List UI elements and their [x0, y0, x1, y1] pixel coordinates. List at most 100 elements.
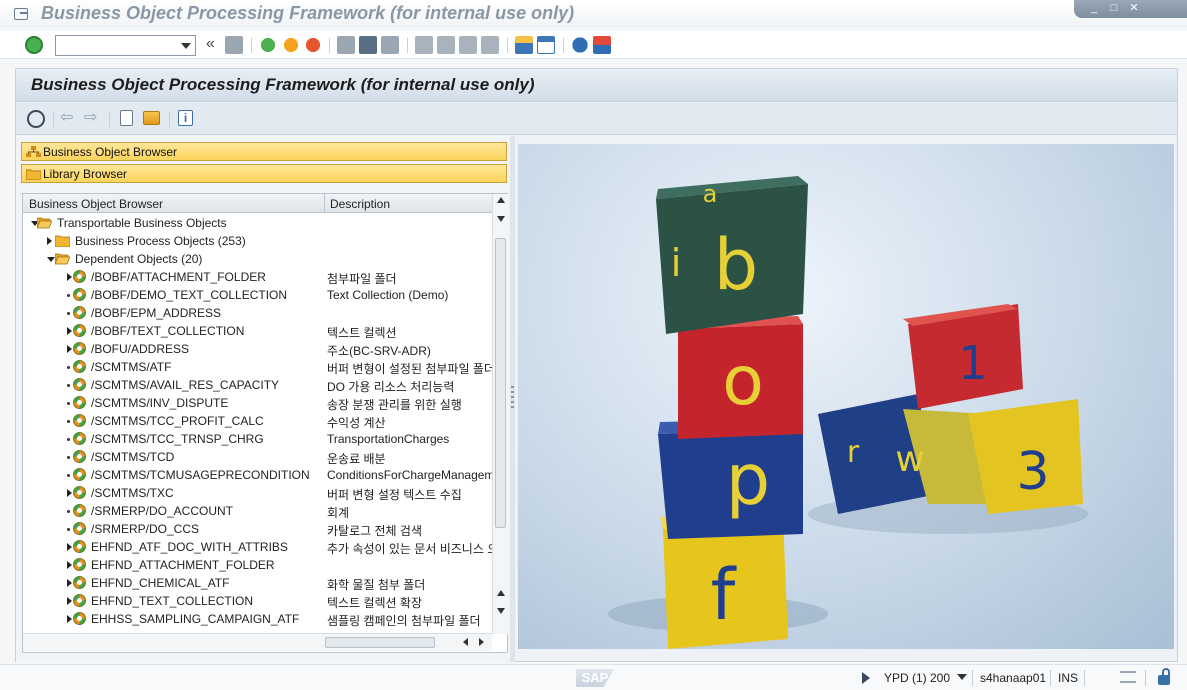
tree-row[interactable]: EHHSS_SAMPLING_CAMPAIGN_ATF 샘플링 캠페인의 첨부파일… [23, 610, 492, 628]
tree-node-label[interactable]: Dependent Objects (20) [75, 252, 202, 266]
scroll-down-icon[interactable] [497, 216, 505, 222]
help-icon[interactable] [571, 36, 589, 54]
arrow-right-icon[interactable]: ⇨ [84, 110, 100, 128]
tree-node-label[interactable]: Transportable Business Objects [57, 216, 227, 230]
tree-node-label[interactable]: EHFND_TEXT_COLLECTION [91, 594, 253, 608]
insert-mode[interactable]: INS [1058, 671, 1078, 685]
tree-row[interactable]: /BOBF/TEXT_COLLECTION 텍스트 컬렉션 [23, 322, 492, 340]
save-icon[interactable] [225, 36, 243, 54]
tree-node-label[interactable]: /BOBF/TEXT_COLLECTION [91, 324, 244, 338]
scroll-up-icon[interactable] [497, 197, 505, 203]
tree-node-label[interactable]: Business Process Objects (253) [75, 234, 246, 248]
expand-node-icon[interactable] [67, 597, 72, 605]
tree-node-label[interactable]: /SRMERP/DO_CCS [91, 522, 199, 536]
tree-row[interactable]: Business Process Objects (253) [23, 232, 492, 250]
column-header-browser[interactable]: Business Object Browser [29, 197, 163, 211]
tree-node-label[interactable]: EHFND_CHEMICAL_ATF [91, 576, 229, 590]
tree-row[interactable]: /SCMTMS/AVAIL_RES_CAPACITY DO 가용 리소스 처리능력 [23, 376, 492, 394]
collapse-node-icon[interactable] [47, 257, 55, 262]
back-icon[interactable] [259, 36, 277, 54]
command-field[interactable] [55, 35, 196, 56]
system-menu-icon[interactable] [14, 8, 28, 20]
tree-row[interactable]: /SCMTMS/INV_DISPUTE 송장 분쟁 관리를 위한 실행 [23, 394, 492, 412]
expand-node-icon[interactable] [67, 345, 72, 353]
tree-node-label[interactable]: /BOBF/ATTACHMENT_FOLDER [91, 270, 266, 284]
tree-row[interactable]: /SCMTMS/TCC_PROFIT_CALC 수익성 계산 [23, 412, 492, 430]
collapse-command-icon[interactable]: « [206, 35, 215, 53]
library-browser-button[interactable]: Library Browser [21, 164, 507, 183]
create-shortcut-icon[interactable] [537, 36, 555, 54]
tree-node-label[interactable]: /BOBF/EPM_ADDRESS [91, 306, 221, 320]
tree-row[interactable]: EHFND_TEXT_COLLECTION 텍스트 컬렉션 확장 [23, 592, 492, 610]
vertical-scrollbar[interactable] [492, 194, 508, 634]
tree-row[interactable]: /SCMTMS/ATF 버퍼 변형이 설정된 첨부파일 폴더 [23, 358, 492, 376]
tree-row[interactable]: EHFND_CHEMICAL_ATF 화학 물질 첨부 폴더 [23, 574, 492, 592]
tree-node-label[interactable]: /SCMTMS/TCD [91, 450, 174, 464]
expand-node-icon[interactable] [67, 327, 72, 335]
tree-row[interactable]: /SRMERP/DO_ACCOUNT 회계 [23, 502, 492, 520]
tree-row[interactable]: Master Data Objects (66) [23, 628, 492, 630]
expand-node-icon[interactable] [67, 579, 72, 587]
vertical-scroll-thumb[interactable] [495, 238, 506, 528]
tree-node-label[interactable]: /BOBF/DEMO_TEXT_COLLECTION [91, 288, 287, 302]
new-document-icon[interactable] [120, 110, 133, 126]
arrow-left-icon[interactable]: ⇦ [60, 110, 76, 128]
tree-node-label[interactable]: /BOFU/ADDRESS [91, 342, 189, 356]
customize-layout-icon[interactable] [593, 36, 611, 54]
tree-node-label[interactable]: EHHSS_SAMPLING_CAMPAIGN_ATF [91, 612, 299, 626]
close-button[interactable]: ✕ [1126, 1, 1142, 15]
last-page-icon[interactable] [481, 36, 499, 54]
pane-splitter[interactable] [510, 136, 515, 662]
create-session-icon[interactable] [515, 36, 533, 54]
scroll-up-bottom-icon[interactable] [497, 590, 505, 596]
tree-row[interactable]: Dependent Objects (20) [23, 250, 492, 268]
tree-row[interactable]: Transportable Business Objects [23, 214, 492, 232]
tree-row[interactable]: /BOFU/ADDRESS 주소(BC-SRV-ADR) [23, 340, 492, 358]
info-icon[interactable]: i [178, 110, 193, 126]
horizontal-scrollbar[interactable] [23, 633, 492, 651]
column-header-description[interactable]: Description [324, 194, 492, 213]
expand-node-icon[interactable] [67, 273, 72, 281]
horizontal-scroll-thumb[interactable] [325, 637, 435, 648]
expand-node-icon[interactable] [47, 237, 52, 245]
tree-node-label[interactable]: /SCMTMS/TCC_TRNSP_CHRG [91, 432, 264, 446]
tree-row[interactable]: /SCMTMS/TCC_TRNSP_CHRG TransportationChar… [23, 430, 492, 448]
tree-node-label[interactable]: /SRMERP/DO_ACCOUNT [91, 504, 233, 518]
expand-node-icon[interactable] [67, 561, 72, 569]
tree-row[interactable]: /SCMTMS/TCMUSAGEPRECONDITION ConditionsFo… [23, 466, 492, 484]
enter-checkmark-icon[interactable] [25, 36, 43, 54]
tree-node-label[interactable]: EHFND_ATF_DOC_WITH_ATTRIBS [91, 540, 288, 554]
chevron-down-icon[interactable] [181, 43, 191, 49]
expand-node-icon[interactable] [67, 615, 72, 623]
tree-row[interactable]: /BOBF/ATTACHMENT_FOLDER 첨부파일 폴더 [23, 268, 492, 286]
tree-row[interactable]: /SCMTMS/TXC 버퍼 변형 설정 텍스트 수집 [23, 484, 492, 502]
tree-node-label[interactable]: /SCMTMS/AVAIL_RES_CAPACITY [91, 378, 279, 392]
tree-row[interactable]: /SCMTMS/TCD 운송료 배분 [23, 448, 492, 466]
tree-node-label[interactable]: /SCMTMS/TCMUSAGEPRECONDITION [91, 468, 310, 482]
scroll-down-bottom-icon[interactable] [497, 608, 505, 614]
maximize-button[interactable]: □ [1106, 1, 1122, 15]
open-folder-icon[interactable] [143, 111, 160, 125]
business-object-browser-button[interactable]: Business Object Browser [21, 142, 507, 161]
exit-icon[interactable] [282, 36, 300, 54]
system-info-dropdown-icon[interactable] [957, 674, 967, 680]
status-expand-icon[interactable] [862, 672, 870, 684]
tree-row[interactable]: EHFND_ATF_DOC_WITH_ATTRIBS 추가 속성이 있는 문서 비… [23, 538, 492, 556]
tree-node-label[interactable]: /SCMTMS/INV_DISPUTE [91, 396, 228, 410]
first-page-icon[interactable] [415, 36, 433, 54]
find-icon[interactable] [359, 36, 377, 54]
tree-node-label[interactable]: EHFND_ATTACHMENT_FOLDER [91, 558, 275, 572]
minimize-button[interactable]: _ [1086, 1, 1102, 15]
tree-node-label[interactable]: /SCMTMS/ATF [91, 360, 171, 374]
cancel-icon[interactable] [304, 36, 322, 54]
next-page-icon[interactable] [459, 36, 477, 54]
expand-node-icon[interactable] [67, 543, 72, 551]
tree-row[interactable]: EHFND_ATTACHMENT_FOLDER [23, 556, 492, 574]
previous-page-icon[interactable] [437, 36, 455, 54]
expand-node-icon[interactable] [67, 489, 72, 497]
print-icon[interactable] [337, 36, 355, 54]
tree-row[interactable]: /BOBF/EPM_ADDRESS [23, 304, 492, 322]
splitter-grip-icon[interactable] [511, 386, 514, 410]
refresh-icon[interactable] [27, 110, 45, 128]
tree-row[interactable]: /BOBF/DEMO_TEXT_COLLECTION Text Collectio… [23, 286, 492, 304]
